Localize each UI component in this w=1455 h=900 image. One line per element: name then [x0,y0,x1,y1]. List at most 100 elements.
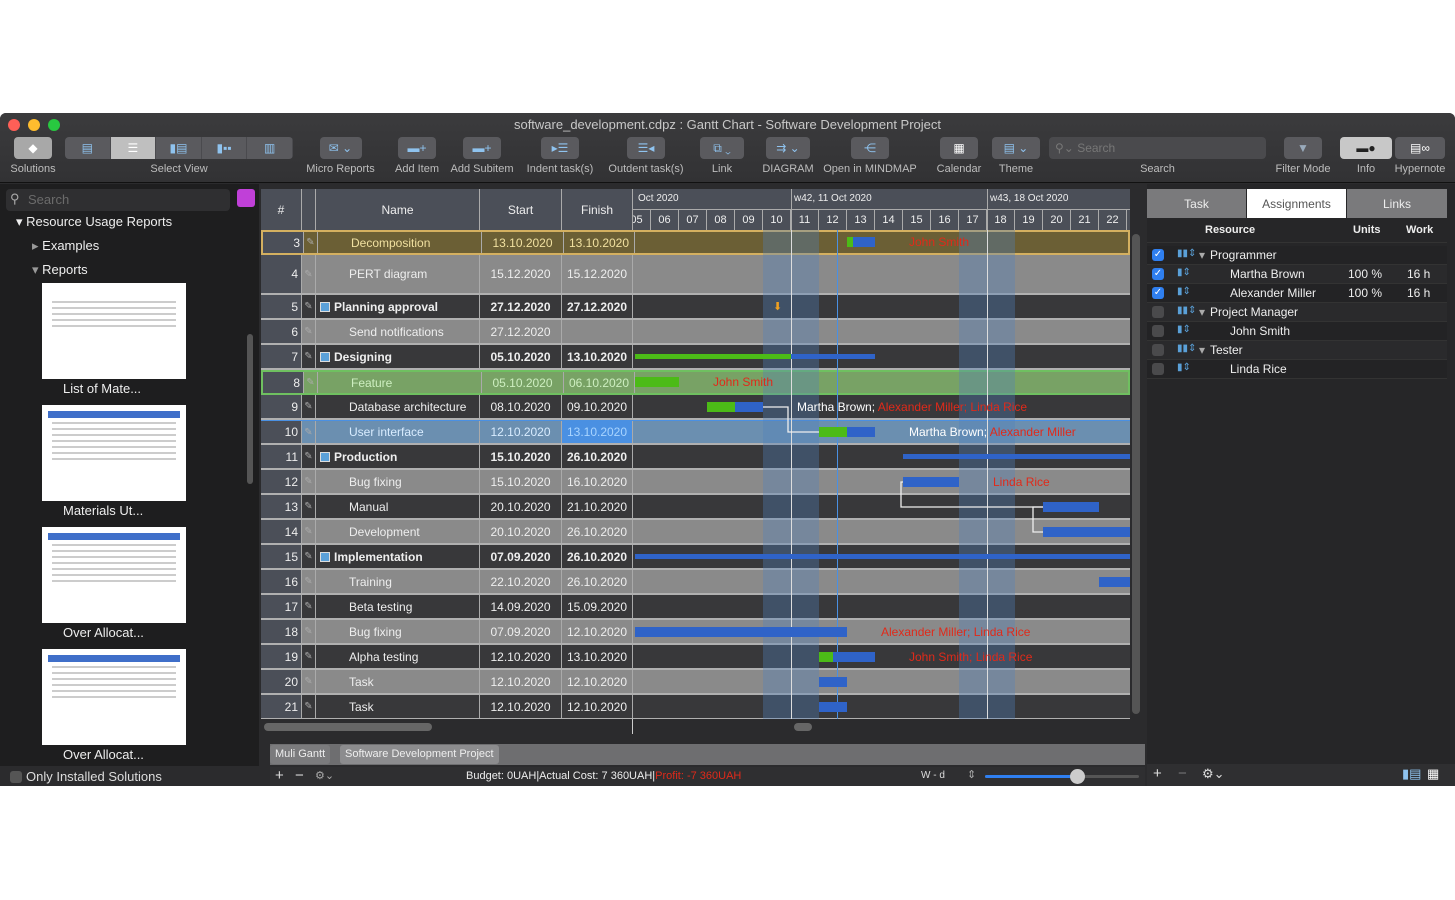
task-finish[interactable]: 13.10.2020 [562,345,633,368]
chart-horizontal-scrollbar[interactable] [794,723,812,731]
task-finish[interactable]: 21.10.2020 [562,495,633,518]
task-finish[interactable]: 13.10.2020 [562,421,633,443]
task-finish[interactable]: 26.10.2020 [562,520,633,543]
assignment-row[interactable]: ▮▮⇕ Project Manager ▾ [1147,303,1447,322]
table-row[interactable]: 8 ✎ Feature 05.10.2020 06.10.2020 [261,370,1130,395]
task-name[interactable]: Beta testing [316,595,480,618]
task-finish[interactable]: 15.12.2020 [562,255,633,293]
task-name[interactable]: Designing [316,345,480,368]
settings-icon[interactable]: ⚙⌄ [315,769,334,782]
task-start[interactable]: 12.10.2020 [480,645,562,668]
task-name[interactable]: PERT diagram [316,255,480,293]
task-name[interactable]: Development [316,520,480,543]
tab-software-development-project[interactable]: Software Development Project [340,745,499,764]
task-finish[interactable]: 09.10.2020 [562,395,633,418]
task-note-icon[interactable]: ✎ [302,295,316,318]
task-note-icon[interactable]: ✎ [302,495,316,518]
header-start[interactable]: Start [480,189,562,230]
table-row[interactable]: 17 ✎ Beta testing 14.09.2020 15.09.2020 [261,595,1130,620]
task-note-icon[interactable]: ✎ [302,421,316,443]
task-note-icon[interactable]: ✎ [302,620,316,643]
add-icon[interactable]: + [275,767,284,784]
task-note-icon[interactable]: ✎ [304,372,318,393]
task-finish[interactable]: 26.10.2020 [562,445,633,468]
assignment-checkbox[interactable]: ✓ [1152,249,1164,261]
solutions-store-icon[interactable] [237,189,255,207]
task-name[interactable]: Feature [318,372,482,393]
task-finish[interactable]: 13.10.2020 [562,645,633,668]
scale-stepper-icon[interactable]: ⇕ [967,768,976,781]
task-finish[interactable]: 27.12.2020 [562,295,633,318]
theme-button[interactable]: ▤ ⌄ Theme [991,137,1041,175]
zoom-slider[interactable] [985,769,1139,784]
task-finish[interactable] [562,320,633,343]
indent-button[interactable]: ▸☰ Indent task(s) [523,137,597,175]
expand-triangle-icon[interactable]: ▾ [1199,343,1205,357]
settings-icon[interactable]: ⚙⌄ [1202,766,1225,782]
table-row[interactable]: 14 ✎ Development 20.10.2020 26.10.2020 [261,520,1130,545]
tree-item-examples[interactable]: ▸ Examples [32,238,99,254]
view-resource-usage-icon[interactable]: ▮▪▪ [202,137,248,159]
tab-muli-gantt[interactable]: Muli Gantt [270,745,331,764]
task-finish[interactable]: 15.09.2020 [562,595,633,618]
task-note-icon[interactable]: ✎ [302,645,316,668]
task-name[interactable]: Decomposition [318,232,482,253]
zoom-slider-handle[interactable] [1070,769,1086,784]
task-name[interactable]: Task [316,670,480,693]
table-row[interactable]: 6 ✎ Send notifications 27.12.2020 [261,320,1130,345]
task-name[interactable]: Training [316,570,480,593]
task-start[interactable]: 15.10.2020 [480,445,562,468]
splitter[interactable] [632,719,633,734]
assignment-row[interactable]: ▮⇕ John Smith [1147,322,1447,341]
table-row[interactable]: 3 ✎ Decomposition 13.10.2020 13.10.2020 [261,230,1130,255]
solutions-button[interactable]: ◆ Solutions [8,137,58,175]
task-name[interactable]: Alpha testing [316,645,480,668]
task-start[interactable]: 05.10.2020 [480,345,562,368]
remove-icon[interactable]: − [295,767,304,784]
task-start[interactable]: 12.10.2020 [480,695,562,718]
task-start[interactable]: 27.12.2020 [480,320,562,343]
open-mindmap-button[interactable]: ⋲ Open in MINDMAP [820,137,920,175]
task-name[interactable]: Production [316,445,480,468]
task-note-icon[interactable]: ✎ [302,320,316,343]
task-name[interactable]: Database architecture [316,395,480,418]
task-finish[interactable]: 12.10.2020 [562,670,633,693]
assignment-checkbox[interactable] [1152,325,1164,337]
horizontal-scrollbar[interactable] [264,723,432,731]
view-resource-icon[interactable]: ▮▤ [156,137,202,159]
task-note-icon[interactable]: ✎ [304,232,318,253]
task-finish[interactable]: 26.10.2020 [562,570,633,593]
micro-reports-button[interactable]: ✉ ⌄ Micro Reports [303,137,378,175]
report-thumbnail[interactable] [42,405,186,501]
only-installed-checkbox[interactable]: Only Installed Solutions [0,766,259,786]
task-name[interactable]: Manual [316,495,480,518]
task-start[interactable]: 07.09.2020 [480,545,562,568]
header-work[interactable]: Work [1406,224,1433,236]
table-row[interactable]: 7 ✎ Designing 05.10.2020 13.10.2020 [261,345,1130,370]
table-row[interactable]: 4 ✎ PERT diagram 15.12.2020 15.12.2020 [261,255,1130,295]
header-resource[interactable]: Resource [1205,224,1255,236]
assignment-row[interactable]: ▮⇕ Linda Rice [1147,360,1447,379]
report-thumbnail[interactable] [42,649,186,745]
table-row[interactable]: 16 ✎ Training 22.10.2020 26.10.2020 [261,570,1130,595]
resource-icon[interactable]: ▮▤ [1402,766,1421,782]
task-finish[interactable]: 13.10.2020 [564,232,635,253]
header-units[interactable]: Units [1353,224,1381,236]
hypernote-button[interactable]: ▤∞ Hypernote [1393,137,1447,175]
filter-mode-button[interactable]: ▼ Filter Mode [1273,137,1333,175]
expand-triangle-icon[interactable]: ▾ [1199,248,1205,262]
task-start[interactable]: 27.12.2020 [480,295,562,318]
table-row[interactable]: 12 ✎ Bug fixing 15.10.2020 16.10.2020 [261,470,1130,495]
task-finish[interactable]: 12.10.2020 [562,695,633,718]
outdent-button[interactable]: ☰◂ Outdent task(s) [604,137,688,175]
task-name[interactable]: Planning approval [316,295,480,318]
task-name[interactable]: Bug fixing [316,470,480,493]
task-start[interactable]: 13.10.2020 [482,232,564,253]
link-button[interactable]: ⧉ ⌄ Link [700,137,744,175]
task-note-icon[interactable]: ✎ [302,520,316,543]
task-finish[interactable]: 26.10.2020 [562,545,633,568]
task-note-icon[interactable]: ✎ [302,255,316,293]
task-name[interactable]: User interface [316,421,480,443]
sidebar-scrollbar[interactable] [247,334,253,484]
remove-icon[interactable]: − [1178,765,1187,782]
